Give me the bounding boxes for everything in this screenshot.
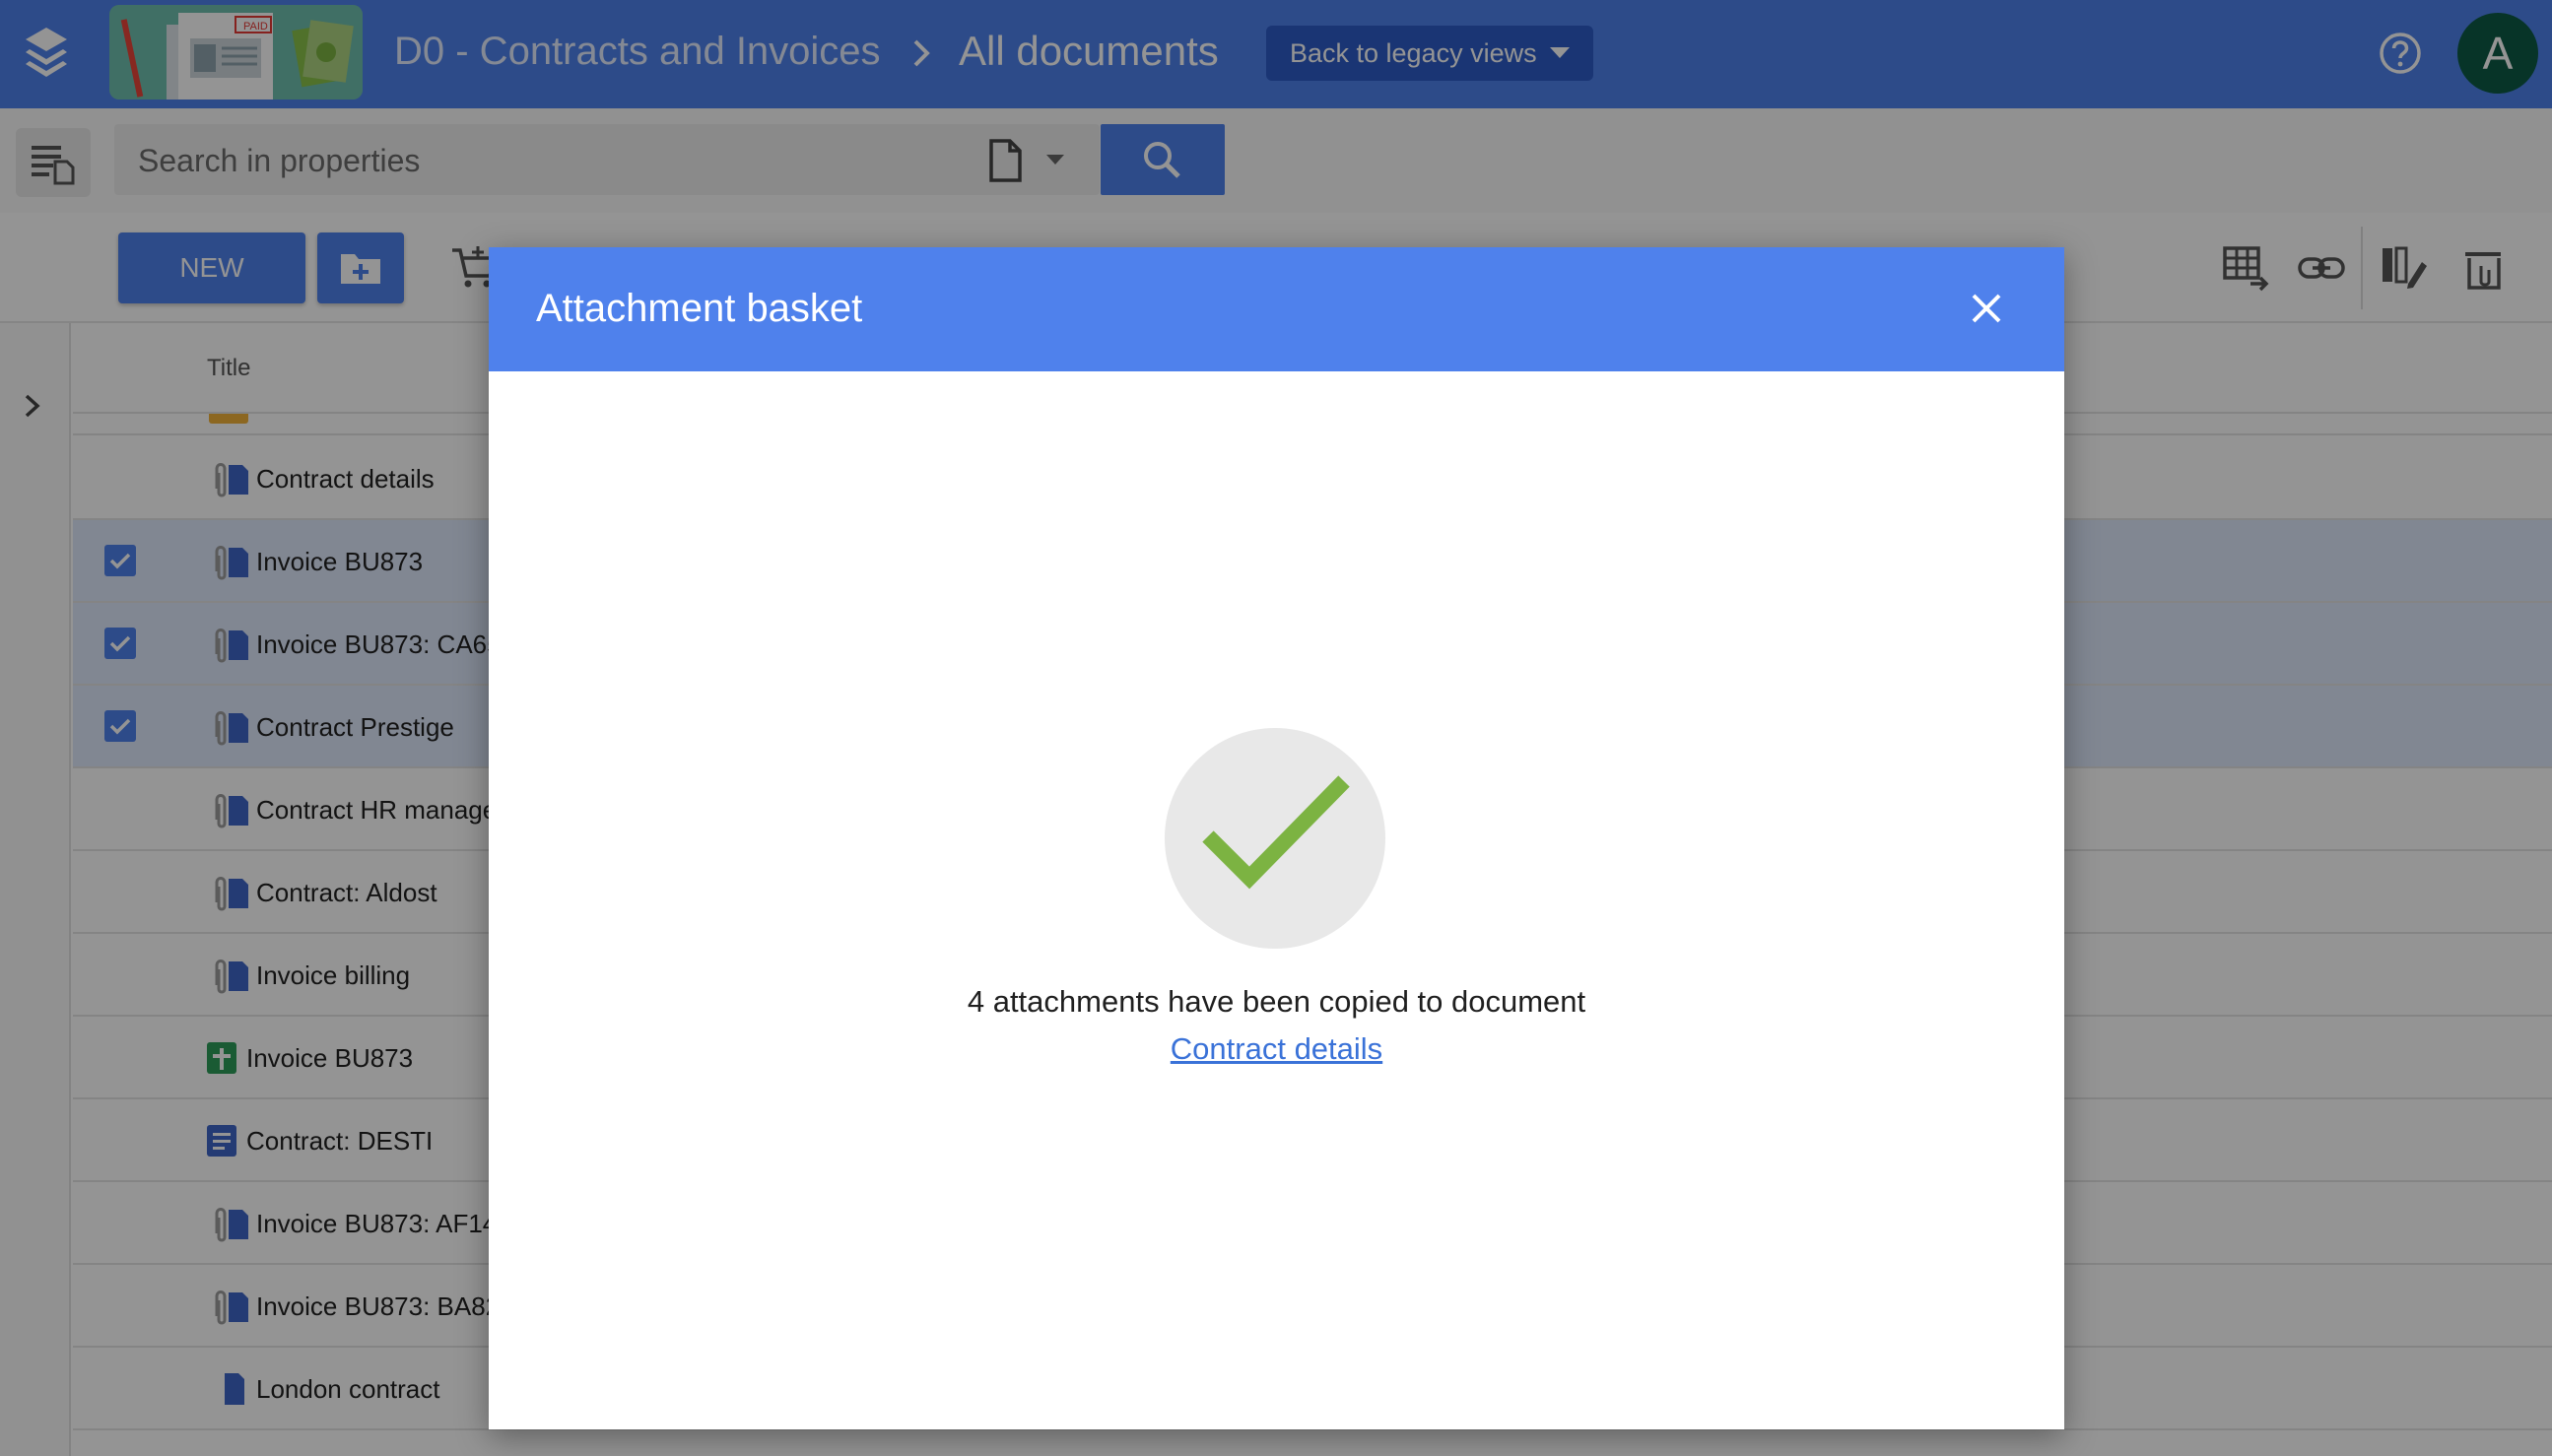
close-icon[interactable] — [1967, 289, 2006, 328]
success-message: 4 attachments have been copied to docume… — [967, 984, 1586, 1019]
dialog-title: Attachment basket — [536, 287, 863, 330]
attachment-basket-dialog: Attachment basket 4 attachments have bee… — [489, 247, 2064, 1429]
dialog-header: Attachment basket — [489, 247, 2064, 371]
checkmark-icon — [1202, 775, 1350, 890]
success-badge — [1165, 728, 1385, 949]
target-document-link[interactable]: Contract details — [489, 1031, 2064, 1067]
